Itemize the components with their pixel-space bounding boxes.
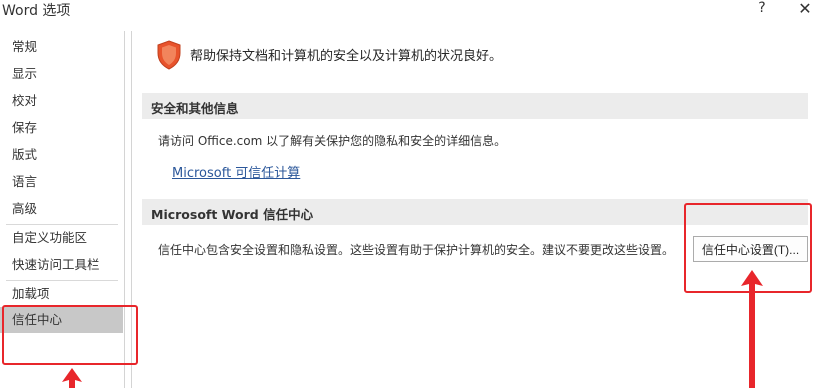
privacy-description: 请访问 Office.com 以了解有关保护您的隐私和安全的详细信息。 [158,134,507,148]
close-button[interactable]: ✕ [794,0,816,19]
section-header-privacy: 安全和其他信息 [142,93,808,119]
sidebar-item-customize-ribbon[interactable]: 自定义功能区 [0,225,123,251]
shield-icon [157,40,181,70]
annotation-box-sidebar [2,305,138,365]
annotation-arrow-up [62,368,82,388]
intro-text: 帮助保持文档和计算机的安全以及计算机的状况良好。 [190,49,503,64]
sidebar-item-advanced[interactable]: 高级 [0,196,123,222]
sidebar-item-display[interactable]: 显示 [0,61,123,87]
sidebar-item-quick-access-toolbar[interactable]: 快速访问工具栏 [0,252,123,278]
window-title: Word 选项 [2,3,71,19]
trustworthy-computing-link[interactable]: Microsoft 可信任计算 [172,162,300,181]
section-title: 安全和其他信息 [151,101,239,116]
help-button[interactable]: ? [752,0,772,18]
sidebar-item-save[interactable]: 保存 [0,115,123,141]
sidebar-item-proofing[interactable]: 校对 [0,88,123,114]
annotation-arrow-up [741,270,763,388]
sidebar-item-general[interactable]: 常规 [0,34,123,60]
section-title: Microsoft Word 信任中心 [151,207,314,222]
title-bar: Word 选项 ? ✕ [0,0,825,22]
trust-center-description: 信任中心包含安全设置和隐私设置。这些设置有助于保护计算机的安全。建议不要更改这些… [158,243,675,257]
sidebar-item-add-ins[interactable]: 加载项 [0,281,123,307]
sidebar-item-language[interactable]: 语言 [0,169,123,195]
sidebar-item-layout[interactable]: 版式 [0,142,123,168]
